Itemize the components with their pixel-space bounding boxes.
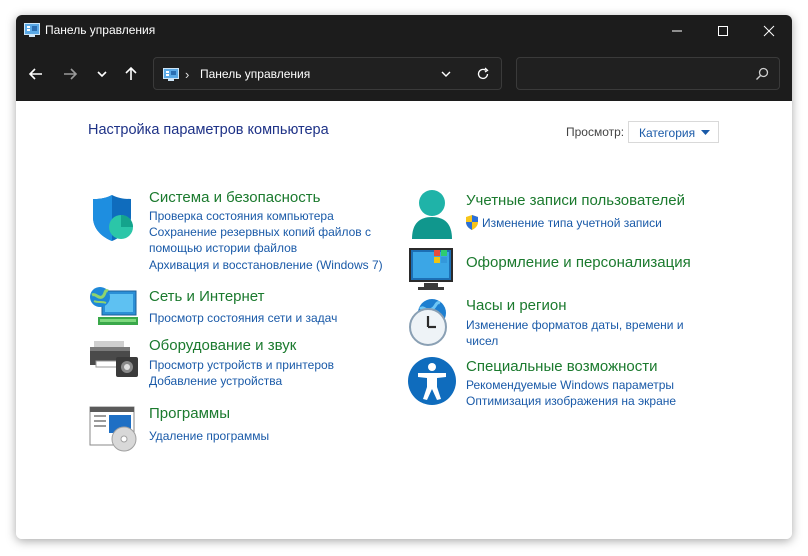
back-button[interactable] <box>24 62 48 86</box>
arrow-up-icon <box>125 66 137 80</box>
maximize-button[interactable] <box>700 15 746 46</box>
category-programs[interactable]: Программы <box>149 405 230 422</box>
link-uninstall-program[interactable]: Удаление программы <box>149 428 269 444</box>
minimize-icon <box>672 30 682 32</box>
category-system-security[interactable]: Система и безопасность <box>149 189 320 206</box>
close-button[interactable] <box>746 15 792 46</box>
view-by-value: Категория <box>639 126 696 140</box>
recent-locations-button[interactable] <box>90 62 114 86</box>
address-path[interactable]: Панель управления <box>200 67 310 81</box>
content-area: Настройка параметров компьютера Просмотр… <box>16 101 792 539</box>
appearance-icon[interactable] <box>406 245 458 297</box>
link-change-account-type[interactable]: Изменение типа учетной записи <box>482 215 662 231</box>
clock-globe-icon[interactable] <box>406 297 458 349</box>
maximize-icon <box>718 26 728 36</box>
navigation-bar: › Панель управления <box>16 46 792 101</box>
address-bar[interactable]: › Панель управления <box>153 57 502 90</box>
link-backup-file-history[interactable]: Сохранение резервных копий файлов с <box>149 224 371 240</box>
control-panel-icon <box>24 23 40 37</box>
link-check-computer-status[interactable]: Проверка состояния компьютера <box>149 208 334 224</box>
title-bar: Панель управления <box>16 15 792 46</box>
control-panel-window: Панель управления › Панель управления На… <box>16 15 792 539</box>
link-date-time-formats[interactable]: Изменение форматов даты, времени и <box>466 317 684 333</box>
chevron-down-icon <box>97 71 107 78</box>
forward-button[interactable] <box>58 62 82 86</box>
search-box[interactable] <box>516 57 780 90</box>
accessibility-icon[interactable] <box>406 355 458 407</box>
chevron-down-icon[interactable] <box>440 69 452 79</box>
page-title: Настройка параметров компьютера <box>88 122 329 138</box>
chevron-right-icon: › <box>185 67 190 82</box>
control-panel-icon <box>163 68 179 81</box>
category-ease-of-access[interactable]: Специальные возможности <box>466 358 658 375</box>
programs-icon[interactable] <box>88 403 140 455</box>
link-add-device[interactable]: Добавление устройства <box>149 373 282 389</box>
link-date-time-formats-cont[interactable]: чисел <box>466 333 498 349</box>
search-icon[interactable] <box>755 67 769 81</box>
link-backup-restore-win7[interactable]: Архивация и восстановление (Windows 7) <box>149 257 383 273</box>
caret-down-icon <box>701 130 710 135</box>
category-user-accounts[interactable]: Учетные записи пользователей <box>466 192 685 209</box>
printer-camera-icon[interactable] <box>88 331 140 383</box>
network-globe-icon[interactable] <box>88 283 140 335</box>
link-network-status[interactable]: Просмотр состояния сети и задач <box>149 310 337 326</box>
user-accounts-icon[interactable] <box>406 189 458 241</box>
category-clock-region[interactable]: Часы и регион <box>466 297 567 314</box>
link-optimize-display[interactable]: Оптимизация изображения на экране <box>466 393 676 409</box>
refresh-icon[interactable] <box>476 67 490 81</box>
arrow-right-icon <box>64 68 78 80</box>
shield-icon[interactable] <box>88 191 140 243</box>
link-devices-printers[interactable]: Просмотр устройств и принтеров <box>149 357 334 373</box>
view-by-dropdown[interactable]: Категория <box>628 121 719 143</box>
view-label: Просмотр: <box>566 125 625 139</box>
window-title: Панель управления <box>45 23 156 37</box>
minimize-button[interactable] <box>654 15 700 46</box>
search-input[interactable] <box>525 64 749 86</box>
category-network-internet[interactable]: Сеть и Интернет <box>149 288 265 305</box>
link-recommended-settings[interactable]: Рекомендуемые Windows параметры <box>466 377 674 393</box>
up-button[interactable] <box>119 62 143 86</box>
link-backup-file-history-cont[interactable]: помощью истории файлов <box>149 240 297 256</box>
category-appearance[interactable]: Оформление и персонализация <box>466 254 691 271</box>
uac-shield-icon <box>466 215 478 230</box>
category-hardware-sound[interactable]: Оборудование и звук <box>149 337 296 354</box>
close-icon <box>763 25 775 37</box>
arrow-left-icon <box>28 68 42 80</box>
